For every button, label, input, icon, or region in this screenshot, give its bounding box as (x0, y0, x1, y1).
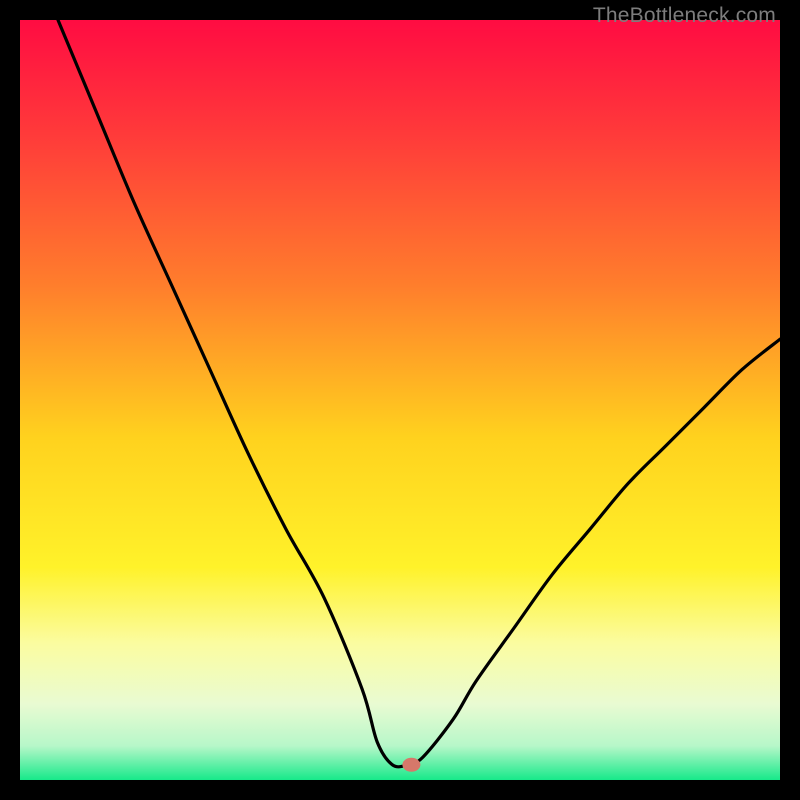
watermark-text: TheBottleneck.com (593, 4, 776, 28)
plot-area (20, 20, 780, 780)
chart-svg (20, 20, 780, 780)
optimal-point-marker (402, 758, 420, 772)
chart-frame: TheBottleneck.com (0, 0, 800, 800)
gradient-background (20, 20, 780, 780)
